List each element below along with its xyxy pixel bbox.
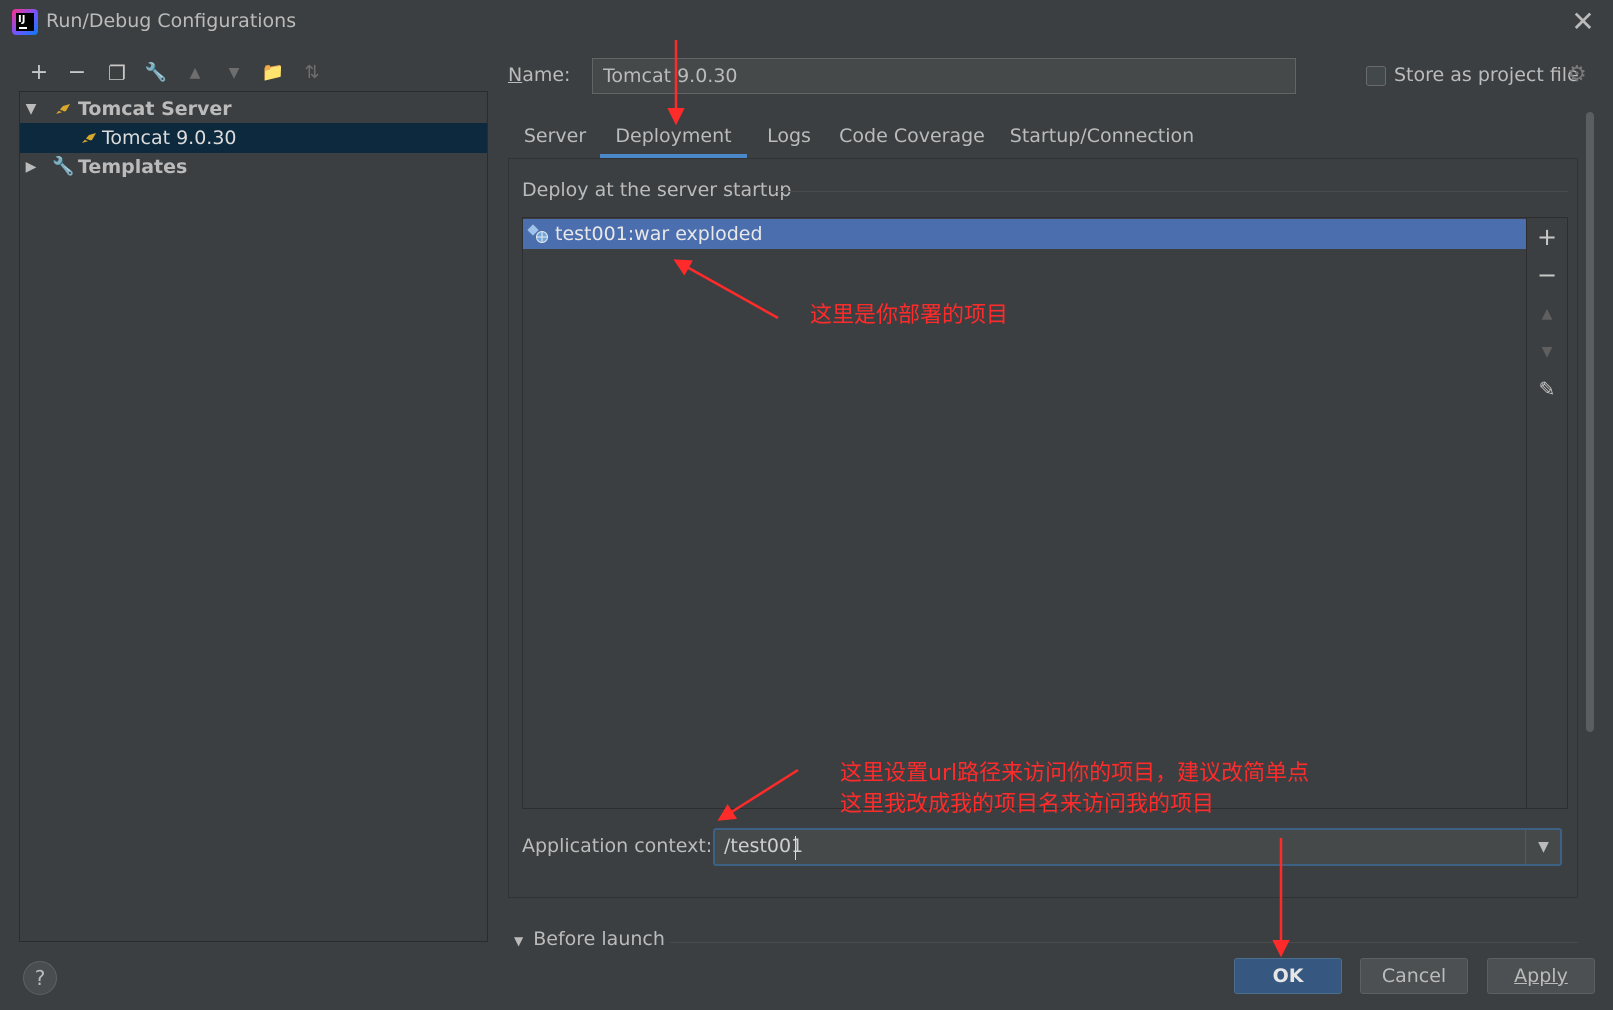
remove-icon[interactable]: − xyxy=(62,58,92,88)
chevron-down-icon[interactable]: ▼ xyxy=(1525,830,1561,864)
artifact-icon xyxy=(527,224,548,243)
application-context-value[interactable]: /test001 xyxy=(724,835,803,857)
list-item[interactable]: test001:war exploded xyxy=(523,219,1526,249)
tab-deployment[interactable]: Deployment xyxy=(600,118,747,158)
section-divider xyxy=(670,942,1578,943)
annotation-note-url-path-1: 这里设置url路径来访问你的项目，建议改简单点 xyxy=(840,761,1310,786)
tree-item-tomcat-config[interactable]: Tomcat 9.0.30 xyxy=(20,123,487,153)
application-context-label: Application context: xyxy=(522,835,713,857)
tomcat-icon xyxy=(56,104,70,114)
tab-code-coverage[interactable]: Code Coverage xyxy=(837,118,987,158)
text-caret xyxy=(795,836,796,860)
expand-right-icon[interactable]: ▶ xyxy=(24,152,38,182)
tree-group-label: Tomcat Server xyxy=(78,98,232,120)
sort-icon[interactable]: ⇅ xyxy=(297,58,327,88)
tree-config-label: Tomcat 9.0.30 xyxy=(102,127,237,149)
vertical-scrollbar[interactable] xyxy=(1586,112,1594,732)
tab-startup-connection[interactable]: Startup/Connection xyxy=(1003,118,1201,158)
ok-button[interactable]: OK xyxy=(1234,958,1342,994)
annotation-note-deployed-project: 这里是你部署的项目 xyxy=(810,303,1009,328)
tree-templates-label: Templates xyxy=(78,156,188,178)
folder-add-icon[interactable]: 📁 xyxy=(258,58,288,88)
move-down-icon[interactable]: ▼ xyxy=(1534,339,1560,365)
configuration-tree[interactable]: ▼ Tomcat Server Tomcat 9.0.30 ▶ 🔧 Templa… xyxy=(19,91,488,942)
close-icon[interactable]: ✕ xyxy=(1567,6,1599,38)
window-title: Run/Debug Configurations xyxy=(46,10,297,32)
name-input[interactable] xyxy=(592,58,1296,94)
remove-icon[interactable]: − xyxy=(1534,262,1560,288)
tree-item-tomcat-server[interactable]: ▼ Tomcat Server xyxy=(20,94,487,124)
tomcat-icon xyxy=(82,133,96,143)
tab-server[interactable]: Server xyxy=(514,118,596,158)
store-as-project-file-checkbox[interactable] xyxy=(1366,66,1386,86)
gear-icon[interactable]: ⚙ xyxy=(1567,62,1587,87)
cancel-button[interactable]: Cancel xyxy=(1360,958,1468,994)
name-label: Name: xyxy=(508,64,571,86)
wrench-icon[interactable]: 🔧 xyxy=(141,58,171,88)
deployment-item-label: test001:war exploded xyxy=(555,223,763,245)
move-up-icon[interactable]: ▲ xyxy=(1534,301,1560,327)
before-launch-section[interactable]: ▼ Before launch xyxy=(514,928,665,950)
move-up-icon[interactable]: ▲ xyxy=(180,58,210,88)
store-as-project-file-label[interactable]: Store as project file xyxy=(1394,64,1579,86)
deployment-list[interactable] xyxy=(522,217,1527,809)
help-button[interactable]: ? xyxy=(23,961,57,995)
tree-item-templates[interactable]: ▶ 🔧 Templates xyxy=(20,152,487,182)
intellij-logo-icon: IJ xyxy=(12,9,38,35)
expand-down-icon[interactable]: ▼ xyxy=(24,94,38,124)
add-icon[interactable]: + xyxy=(24,58,54,88)
move-down-icon[interactable]: ▼ xyxy=(219,58,249,88)
before-launch-label: Before launch xyxy=(533,928,665,950)
application-context-input[interactable] xyxy=(713,828,1562,866)
collapse-down-icon[interactable]: ▼ xyxy=(514,934,523,948)
wrench-icon: 🔧 xyxy=(52,156,75,177)
add-icon[interactable]: + xyxy=(1534,224,1560,250)
deploy-section-title: Deploy at the server startup xyxy=(522,179,792,201)
tab-logs[interactable]: Logs xyxy=(755,118,823,158)
section-divider xyxy=(772,191,1568,192)
annotation-note-url-path-2: 这里我改成我的项目名来访问我的项目 xyxy=(840,792,1215,817)
copy-icon[interactable]: ❐ xyxy=(102,58,132,88)
apply-button[interactable]: Apply xyxy=(1487,958,1595,994)
edit-pencil-icon[interactable]: ✎ xyxy=(1534,376,1560,402)
